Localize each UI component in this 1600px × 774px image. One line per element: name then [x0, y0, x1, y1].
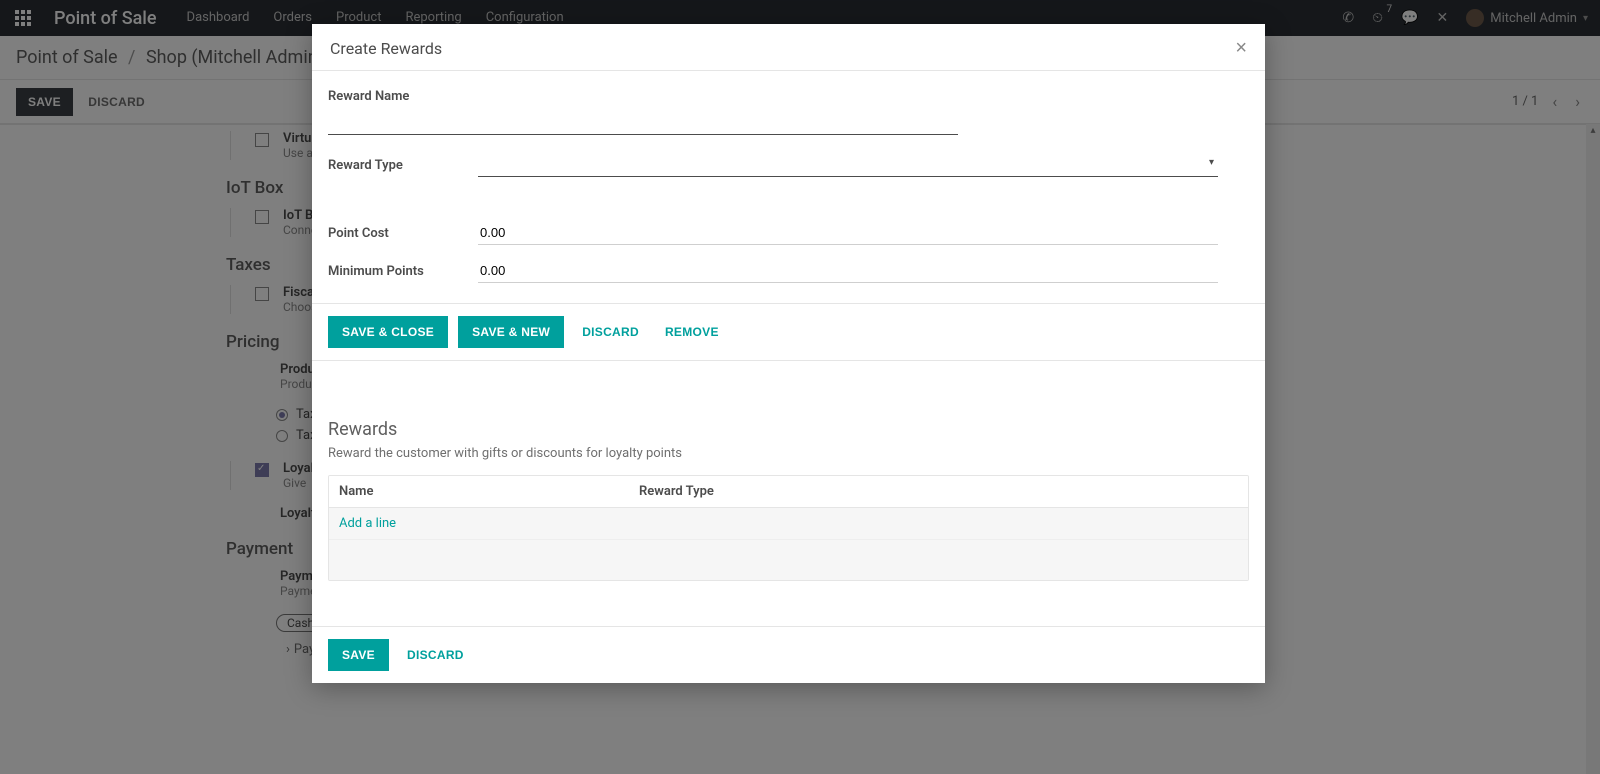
modal-body: Reward Name Reward Type Point Cost Minim…	[312, 71, 1265, 303]
footer-save-button[interactable]: SAVE	[328, 639, 389, 671]
col-name-header: Name	[329, 476, 629, 507]
modal-footer: SAVE DISCARD	[312, 626, 1265, 683]
col-type-header: Reward Type	[629, 476, 1248, 507]
create-rewards-modal: Create Rewards × Reward Name Reward Type…	[312, 24, 1265, 683]
minimum-points-input[interactable]	[478, 259, 1218, 283]
reward-type-label: Reward Type	[328, 158, 478, 173]
save-close-button[interactable]: SAVE & CLOSE	[328, 316, 448, 348]
table-row: Add a line	[329, 508, 1248, 540]
reward-name-label: Reward Name	[328, 89, 478, 104]
reward-type-select[interactable]	[478, 153, 1218, 177]
rewards-subtitle: Reward the customer with gifts or discou…	[328, 446, 1249, 461]
modal-title: Create Rewards	[330, 39, 442, 58]
modal-header: Create Rewards ×	[312, 24, 1265, 71]
save-new-button[interactable]: SAVE & NEW	[458, 316, 564, 348]
point-cost-label: Point Cost	[328, 226, 478, 241]
reward-name-input[interactable]	[328, 110, 958, 135]
point-cost-input[interactable]	[478, 221, 1218, 245]
modal-discard-button[interactable]: DISCARD	[574, 316, 647, 348]
rewards-title: Rewards	[328, 419, 1249, 440]
modal-actions: SAVE & CLOSE SAVE & NEW DISCARD REMOVE	[312, 303, 1265, 360]
rewards-table: Name Reward Type Add a line	[328, 475, 1249, 581]
modal-remove-button[interactable]: REMOVE	[657, 316, 727, 348]
footer-discard-button[interactable]: DISCARD	[399, 639, 472, 671]
minimum-points-label: Minimum Points	[328, 264, 478, 279]
rewards-section: Rewards Reward the customer with gifts o…	[312, 360, 1265, 626]
modal-close-button[interactable]: ×	[1235, 38, 1247, 58]
add-line-link[interactable]: Add a line	[339, 516, 396, 531]
